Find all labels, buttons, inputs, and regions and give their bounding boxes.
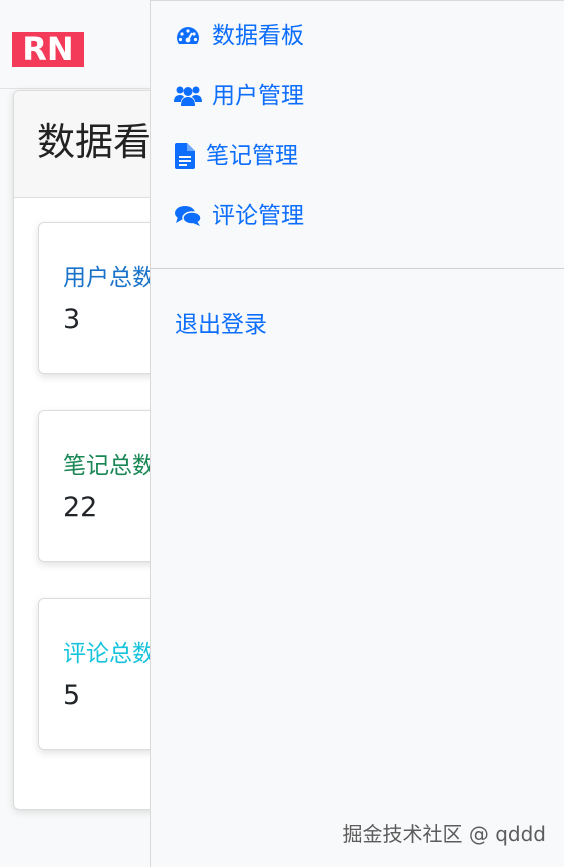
menu-divider: [151, 268, 564, 269]
comments-icon: [174, 202, 202, 230]
stat-label-comments: 评论总数: [63, 641, 155, 667]
offcanvas-menu: 数据看板 用户管理 笔记管理 评论管理 退出登录 掘金技术社区 @ qddd: [150, 0, 564, 867]
sidebar-item-label: 笔记管理: [206, 143, 298, 169]
logout-link[interactable]: 退出登录: [175, 310, 267, 340]
sidebar-item-label: 用户管理: [212, 83, 304, 109]
sidebar-item-label: 评论管理: [212, 203, 304, 229]
stat-value-users: 3: [63, 304, 81, 335]
sidebar-item-dashboard[interactable]: 数据看板: [174, 16, 304, 56]
document-icon: [174, 142, 196, 170]
sidebar-item-comments[interactable]: 评论管理: [174, 196, 304, 236]
sidebar-item-users[interactable]: 用户管理: [174, 76, 304, 116]
stat-label-notes: 笔记总数: [63, 453, 155, 479]
sidebar-item-label: 数据看板: [212, 23, 304, 49]
users-icon: [174, 82, 202, 110]
stat-value-comments: 5: [63, 680, 81, 711]
brand-logo[interactable]: RN: [12, 32, 84, 67]
stat-value-notes: 22: [63, 492, 98, 523]
watermark: 掘金技术社区 @ qddd: [342, 822, 547, 846]
sidebar-item-notes[interactable]: 笔记管理: [174, 136, 298, 176]
stat-label-users: 用户总数: [63, 265, 155, 291]
dashboard-icon: [174, 22, 202, 50]
